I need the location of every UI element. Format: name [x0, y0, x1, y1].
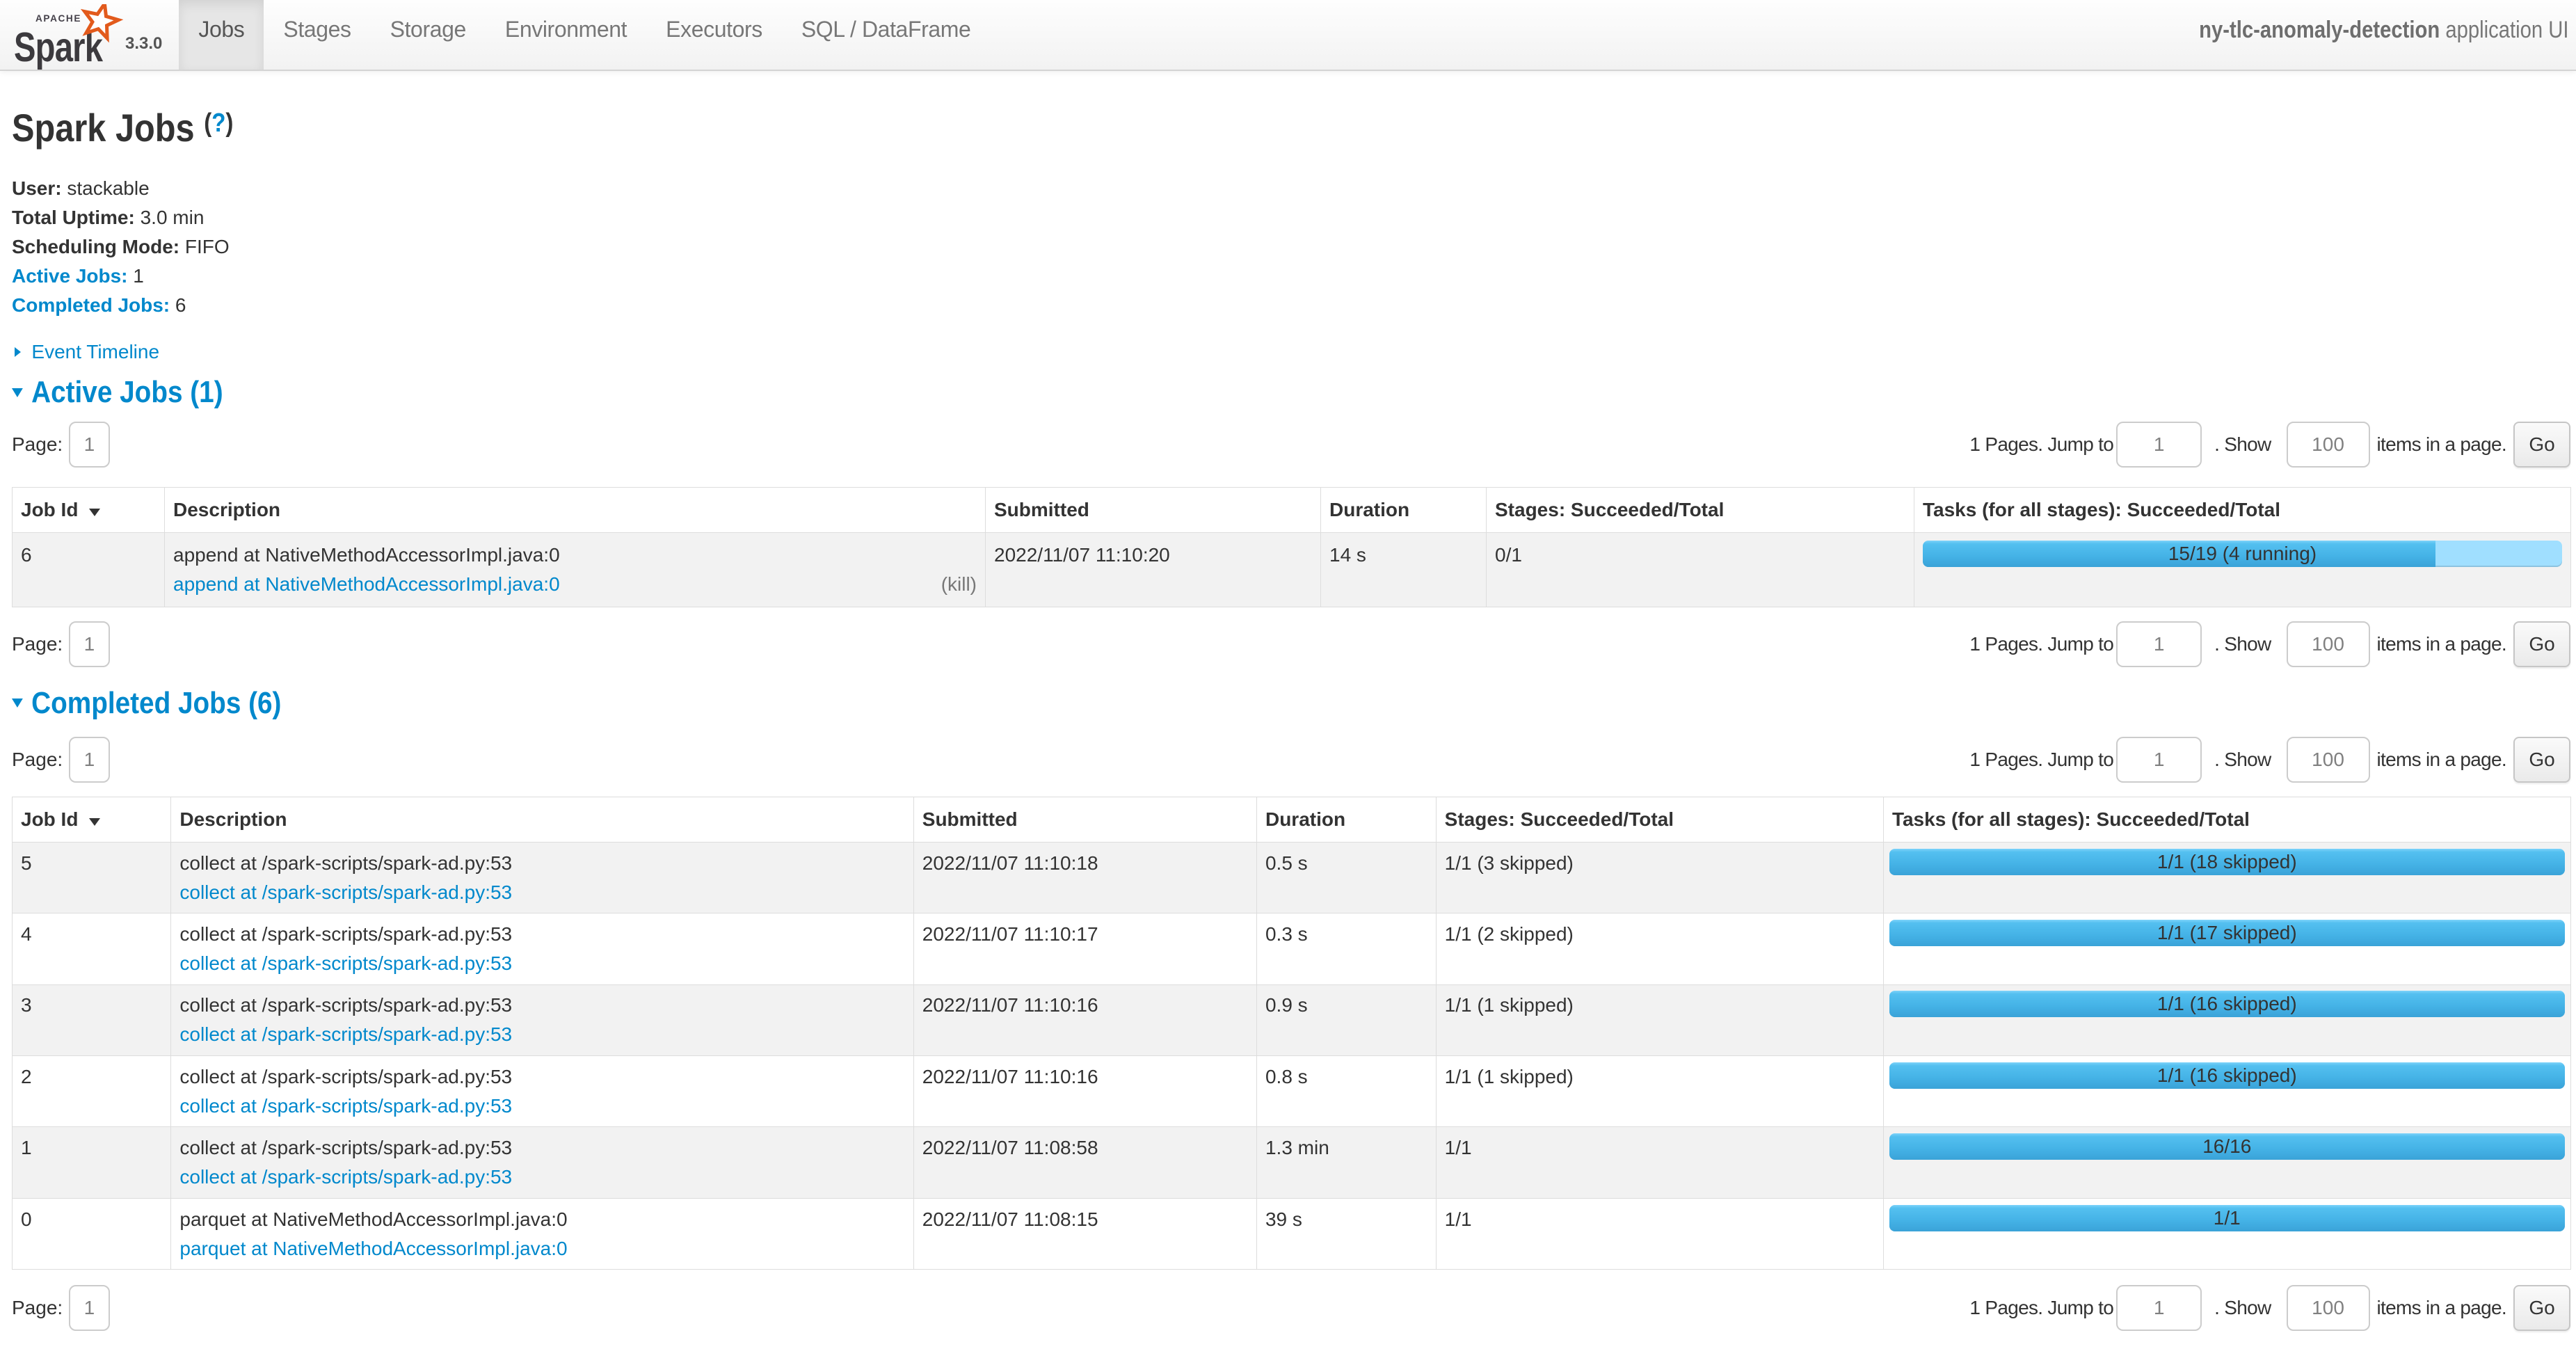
svg-text:APACHE: APACHE [35, 13, 81, 24]
